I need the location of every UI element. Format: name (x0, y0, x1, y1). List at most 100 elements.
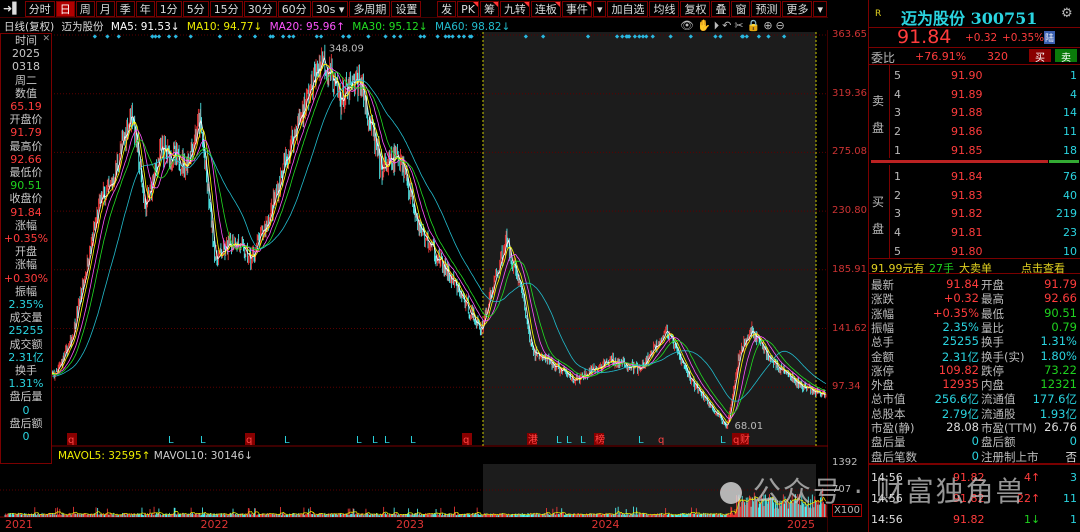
buy-button[interactable]: 买 (1029, 49, 1051, 64)
level: 1 (894, 170, 901, 183)
period-tab[interactable]: 日 (55, 0, 75, 17)
period-tab[interactable]: 分时 (24, 0, 55, 17)
period-tab[interactable]: 周 (75, 0, 95, 17)
price-change: +0.32 (965, 32, 998, 44)
sell-button[interactable]: 卖 (1055, 49, 1077, 64)
stat-value: 1.80% (1040, 348, 1077, 363)
price-axis-label: 363.65 (832, 29, 867, 40)
level: 3 (894, 207, 901, 221)
bids-row[interactable]: 4 91.81 23 (869, 226, 1080, 240)
info-label: 涨幅 (15, 218, 37, 232)
toolbar-button[interactable]: 窗 (731, 0, 751, 17)
price-axis-label: 319.36 (832, 87, 867, 99)
stat-row: 涨停 109.82 跌停 73.22 (869, 363, 1080, 378)
year-label: 2021 (5, 518, 33, 531)
level: 1 (894, 143, 901, 157)
volume: 76 (1063, 170, 1077, 183)
event-marker: L (168, 435, 174, 446)
toolbar-button[interactable]: 预测 (751, 0, 782, 17)
big-order-link[interactable]: 点击查看 (1021, 260, 1065, 276)
price: 91.88 (951, 106, 983, 120)
period-tab[interactable]: 年 (135, 0, 155, 17)
info-label: 开盘 (15, 245, 37, 259)
price-axis-label: 97.34 (832, 381, 861, 393)
asks-row[interactable]: 2 91.86 11 (869, 125, 1080, 139)
info-value: 90.51 (10, 179, 42, 193)
tick-time: 14:56 (871, 471, 903, 484)
big-order-price: 91.99元有 (871, 262, 925, 275)
volume-axis-label: 707 (832, 484, 852, 495)
toolbar-button[interactable]: ▾ (592, 0, 607, 17)
market-badge: 陆 (1044, 31, 1056, 44)
price: 91.82 (951, 207, 983, 221)
toolbar-button[interactable]: 事件 (561, 0, 592, 17)
year-label: 2025 (787, 518, 815, 531)
tick-price: 91.82 (953, 492, 985, 505)
buy-sell-ratio-bar (871, 160, 1048, 163)
info-label: 成交量 (9, 311, 43, 325)
period-tab[interactable]: 季 (115, 0, 135, 17)
period-tab[interactable]: 多周期 (349, 0, 391, 17)
toolbar-button[interactable]: 发 (437, 0, 457, 17)
bids-row[interactable]: 2 91.83 40 (869, 189, 1080, 203)
toolbar-button[interactable]: 九转 (499, 0, 530, 17)
toolbar-button[interactable]: PK (457, 0, 479, 17)
volume: 18 (1063, 143, 1077, 157)
period-tab[interactable]: 1分 (155, 0, 182, 17)
event-dot-icon (318, 34, 324, 39)
high-annotation: 348.09 (329, 44, 364, 55)
toolbar: ➜▌ 分时日周月季年 1分 5分 15分 30分 60分 30s ▾ 多周期 设置 发 PK 筹九转… (0, 0, 828, 18)
price: 91.80 (951, 244, 983, 258)
mavol5-value: MAVOL5: 32595↑ (58, 450, 151, 462)
period-tab[interactable]: 月 (95, 0, 115, 17)
period-tab[interactable]: 设置 (391, 0, 422, 17)
asks-row[interactable]: 1 91.85 18 (869, 144, 1080, 158)
info-label: 数值 (15, 86, 37, 100)
info-value: 65.19 (10, 100, 42, 114)
bids-row[interactable]: 1 91.84 76 (869, 170, 1080, 184)
period-tab[interactable]: 5分 (182, 0, 209, 17)
stat-value: 0 (971, 448, 979, 463)
period-tab[interactable]: 15分 (209, 0, 243, 17)
toolbar-button[interactable]: 复权 (680, 0, 711, 17)
event-marker: L (372, 435, 378, 446)
period-tab[interactable]: 30s ▾ (311, 0, 349, 17)
toolbar-button[interactable]: 加自选 (607, 0, 649, 17)
volume: 219 (1056, 207, 1077, 221)
mavol10-value: MAVOL10: 30146↓ (153, 450, 253, 462)
event-dot-icon (217, 34, 222, 39)
info-value: 2.35% (8, 298, 44, 312)
event-dot-icon (166, 34, 172, 39)
stat-row: 涨幅 +0.35% 最低 90.51 (869, 306, 1080, 321)
info-value: 0 (22, 403, 30, 417)
asks-row[interactable]: 4 91.89 4 (869, 88, 1080, 102)
event-marker: L (566, 435, 572, 446)
event-marker: q (68, 435, 74, 446)
tick-time: 14:56 (871, 492, 903, 505)
close-icon[interactable]: ✕ (42, 33, 50, 46)
stat-row: 金额 2.31亿 换手(实) 1.80% (869, 348, 1080, 364)
sidebar-toggle-icon[interactable]: ➜▌ (0, 1, 24, 17)
level: 2 (894, 188, 901, 202)
period-tab[interactable]: 60分 (277, 0, 311, 17)
toolbar-button[interactable]: 更多 (782, 0, 813, 17)
asks-row[interactable]: 3 91.88 14 (869, 106, 1080, 120)
info-value: +0.35% (3, 232, 49, 246)
tick-list: 14:56 91.82 4 ↑ 3 14:56 91.82 22 ↑ 11 14:56 91.82 1 ↓… (869, 464, 1080, 532)
tick-row: 14:56 91.82 4 ↑ 3 (869, 471, 1080, 485)
period-tab[interactable]: 30分 (243, 0, 277, 17)
toolbar-button[interactable]: 均线 (649, 0, 680, 17)
event-marker: 财 (740, 433, 750, 446)
bids-row[interactable]: 3 91.82 219 (869, 207, 1080, 221)
toolbar-button[interactable]: 筹 (479, 0, 499, 17)
stat-value: 12321 (1040, 377, 1077, 392)
gear-icon[interactable]: ⚙ (1061, 6, 1073, 21)
asks-row[interactable]: 5 91.90 1 (869, 69, 1080, 83)
volume-axis-label: X100 (832, 504, 862, 517)
volume-legend: MAVOL5: 32595↑ MAVOL10: 30146↓ (58, 450, 253, 462)
toolbar-button[interactable]: 连板 (530, 0, 561, 17)
toolbar-button[interactable]: 叠 (711, 0, 731, 17)
bids-row[interactable]: 5 91.80 10 (869, 245, 1080, 259)
toolbar-button[interactable]: ▾ (813, 0, 827, 17)
stat-row: 盘后笔数 0 注册制上市否 (869, 448, 1080, 464)
